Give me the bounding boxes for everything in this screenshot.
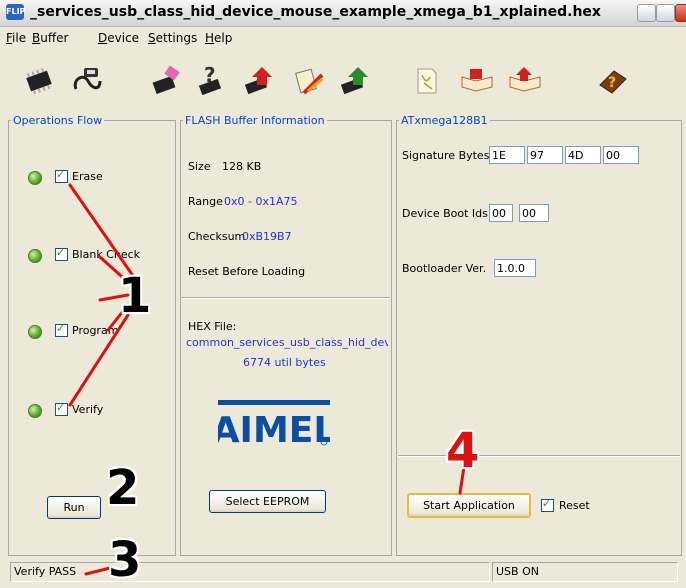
verify-checkbox[interactable] <box>55 401 68 416</box>
menu-settings[interactable]: Settings <box>148 31 197 45</box>
reset-checkbox[interactable] <box>541 497 554 512</box>
menu-buffer[interactable]: Buffer <box>32 31 68 45</box>
book-read-icon[interactable] <box>460 65 494 97</box>
program-checkbox[interactable] <box>55 322 68 337</box>
blank-check-label: Blank Check <box>72 248 141 261</box>
document-icon[interactable] <box>410 65 444 97</box>
verify-label: Verify <box>72 403 104 416</box>
annotation-3: 3 <box>108 532 142 588</box>
toolbar: ? ? <box>0 47 686 107</box>
blank-check-status-led <box>28 249 42 263</box>
size-label: Size <box>188 160 211 173</box>
reset-before-loading-label: Reset Before Loading <box>188 265 306 278</box>
annotation-1: 1 <box>118 268 152 324</box>
book-write-icon[interactable] <box>508 65 542 97</box>
window-title: _services_usb_class_hid_device_mouse_exa… <box>30 4 601 20</box>
bootloader-version-value: 1.0.0 <box>494 259 536 277</box>
bootloader-version-label: Bootloader Ver. <box>402 262 487 275</box>
size-value: 128 KB <box>222 160 262 173</box>
device-boot-ids-label: Device Boot Ids <box>402 207 488 220</box>
signature-byte-1: 1E <box>489 146 525 164</box>
select-eeprom-button[interactable]: Select EEPROM <box>209 490 326 513</box>
menu-help[interactable]: Help <box>205 31 232 45</box>
blank-check-checkbox[interactable] <box>55 246 68 261</box>
minimize-button[interactable] <box>637 4 656 22</box>
erase-status-led <box>28 171 42 185</box>
verify-status-led <box>28 404 42 418</box>
run-button[interactable]: Run <box>47 496 101 519</box>
annotation-2: 2 <box>106 460 140 516</box>
close-button[interactable] <box>675 4 686 22</box>
svg-text:?: ? <box>204 65 216 87</box>
usb-status: USB ON <box>492 562 678 582</box>
erase-icon[interactable] <box>150 65 184 97</box>
device-panel-divider <box>398 455 680 457</box>
query-icon[interactable]: ? <box>194 65 228 97</box>
menu-file[interactable]: File <box>6 31 26 45</box>
load-hex-icon[interactable] <box>242 65 276 97</box>
signature-bytes-label: Signature Bytes <box>402 149 490 162</box>
help-book-icon[interactable]: ? <box>596 65 630 97</box>
range-label: Range <box>188 195 223 208</box>
range-value: 0x0 - 0x1A75 <box>224 195 298 208</box>
checksum-label: Checksum <box>188 230 246 243</box>
status-message: Verify PASS <box>10 562 490 582</box>
device-panel: ATxmega128B1 <box>396 114 682 556</box>
signature-byte-4: 00 <box>603 146 639 164</box>
annotation-4: 4 <box>446 423 480 479</box>
atmel-logo: AIMEL <box>218 400 330 448</box>
checksum-value: 0xB19B7 <box>242 230 292 243</box>
atmel-logo-text: AIMEL <box>218 410 330 448</box>
flash-panel-divider <box>182 297 390 299</box>
boot-id-2: 00 <box>519 204 549 222</box>
program-label: Program <box>72 324 119 337</box>
erase-checkbox[interactable] <box>55 168 68 183</box>
program-status-led <box>28 325 42 339</box>
operations-flow-legend: Operations Flow <box>13 114 103 127</box>
boot-id-1: 00 <box>489 204 513 222</box>
menu-bar: File Buffer Device Settings Help <box>0 27 686 47</box>
signature-byte-2: 97 <box>527 146 563 164</box>
erase-label: Erase <box>72 170 103 183</box>
signature-byte-3: 4D <box>565 146 601 164</box>
usb-cable-icon[interactable] <box>70 65 104 97</box>
start-application-button[interactable]: Start Application <box>407 493 531 518</box>
flash-buffer-legend: FLASH Buffer Information <box>185 114 325 127</box>
svg-text:?: ? <box>608 75 616 91</box>
title-bar[interactable]: FLIP _services_usb_class_hid_device_mous… <box>0 0 686 27</box>
reset-label: Reset <box>559 499 590 512</box>
app-icon: FLIP <box>6 4 25 20</box>
device-legend: ATxmega128B1 <box>401 114 488 127</box>
program-icon[interactable] <box>338 65 372 97</box>
hex-file-label: HEX File: <box>188 320 237 333</box>
menu-device[interactable]: Device <box>98 31 139 45</box>
hex-file-name: common_services_usb_class_hid_dev <box>186 336 388 349</box>
chip-select-icon[interactable] <box>22 65 56 97</box>
maximize-button[interactable] <box>656 4 675 22</box>
status-bar: Verify PASS USB ON <box>0 560 686 586</box>
hex-file-bytes: 6774 util bytes <box>243 356 326 369</box>
edit-buffer-icon[interactable] <box>292 65 326 97</box>
